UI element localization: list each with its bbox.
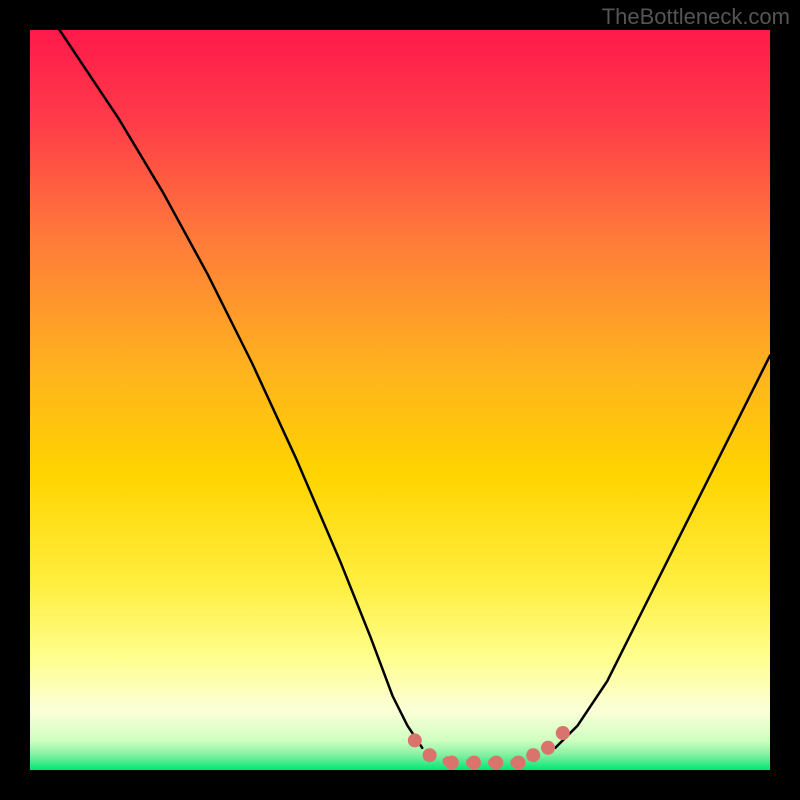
chart-plot-area [30,30,770,770]
watermark-text: TheBottleneck.com [602,4,790,30]
gradient-background [30,30,770,770]
chart-svg [30,30,770,770]
